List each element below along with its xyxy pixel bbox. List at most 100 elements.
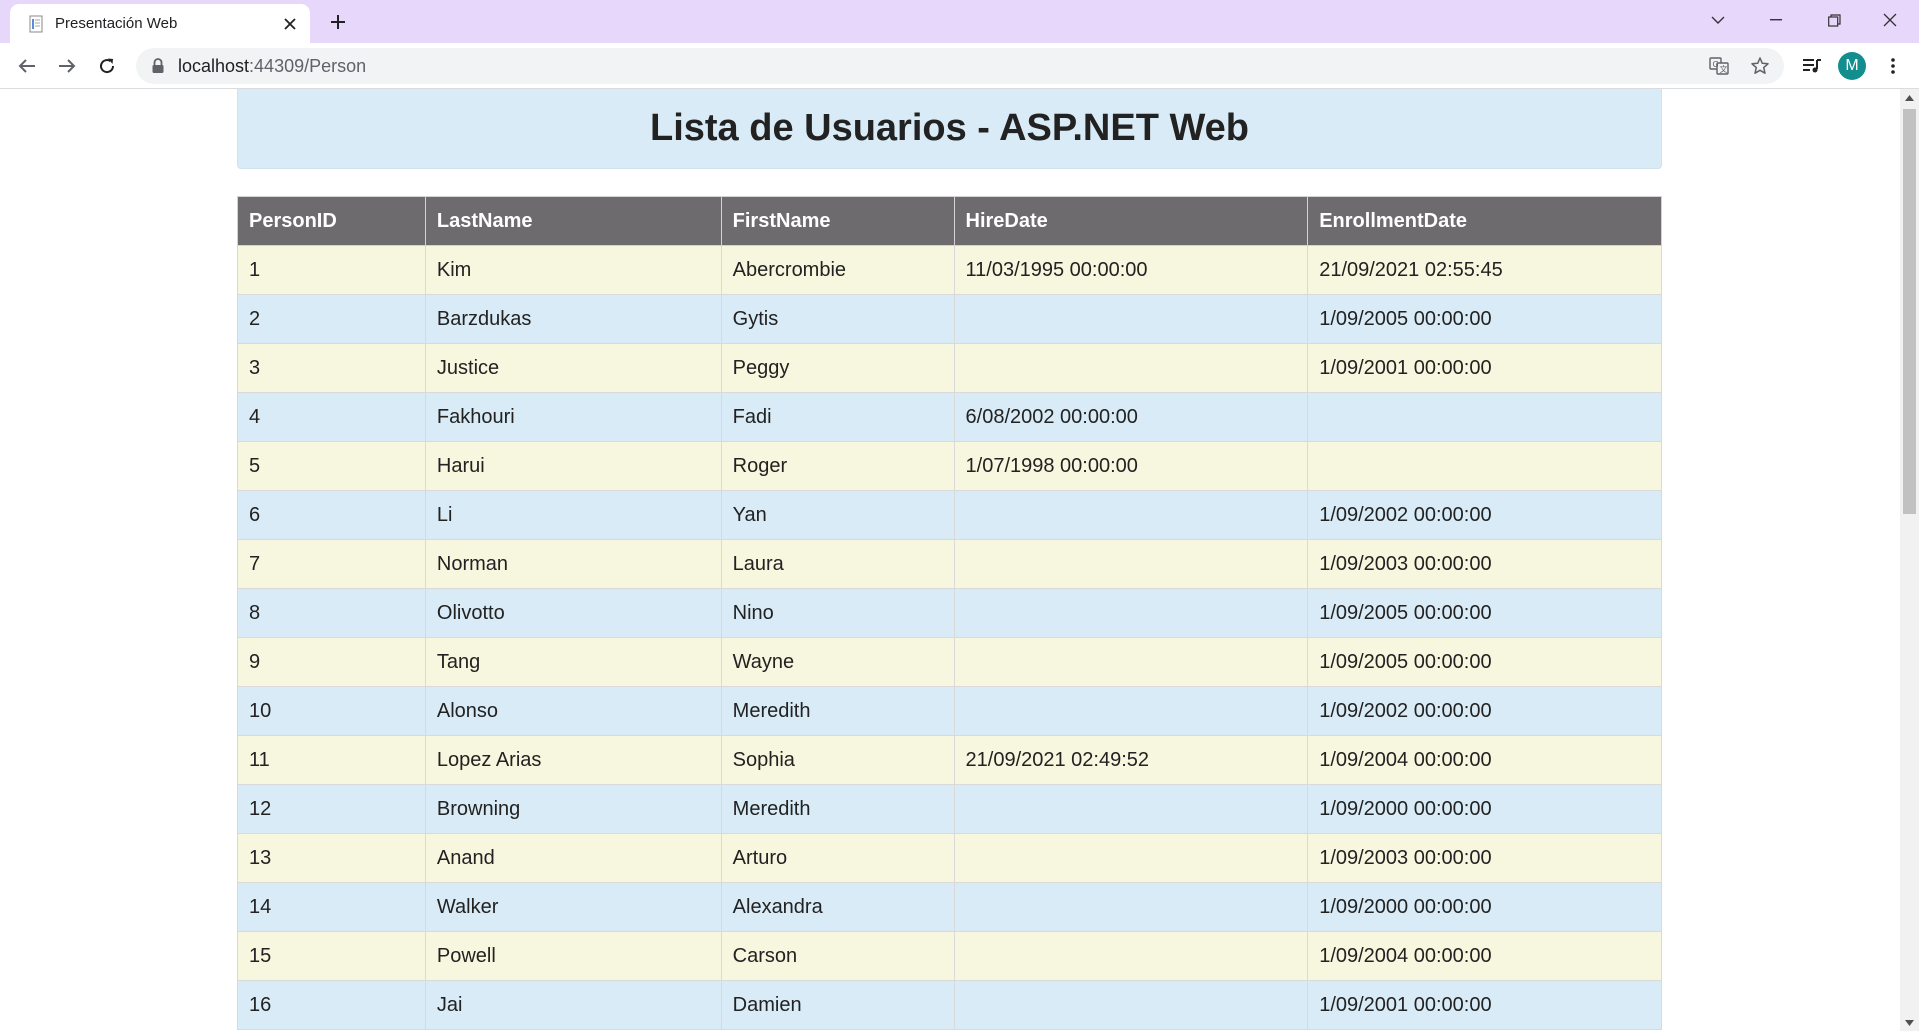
cell-lastname: Barzdukas bbox=[424, 294, 722, 344]
cell-enrollmentdate: 21/09/2021 02:55:45 bbox=[1307, 245, 1662, 295]
table-row: 15 Powell Carson 1/09/2004 00:00:00 bbox=[237, 931, 1662, 981]
scroll-up-arrow-icon[interactable] bbox=[1900, 89, 1919, 106]
cell-hiredate bbox=[953, 980, 1309, 1030]
cell-firstname: Sophia bbox=[720, 735, 955, 785]
cell-lastname: Walker bbox=[424, 882, 722, 932]
cell-firstname: Nino bbox=[720, 588, 955, 638]
cell-enrollmentdate: 1/09/2003 00:00:00 bbox=[1307, 539, 1662, 589]
tab-title: Presentación Web bbox=[55, 15, 178, 32]
cell-lastname: Kim bbox=[424, 245, 722, 295]
cell-enrollmentdate: 1/09/2004 00:00:00 bbox=[1307, 735, 1662, 785]
page-title: Lista de Usuarios - ASP.NET Web bbox=[649, 107, 1249, 149]
star-icon[interactable] bbox=[1748, 54, 1772, 78]
table-row: 10 Alonso Meredith 1/09/2002 00:00:00 bbox=[237, 686, 1662, 736]
plus-icon[interactable] bbox=[326, 10, 350, 34]
svg-text:G: G bbox=[1713, 60, 1719, 69]
url-text[interactable]: localhost:44309/Person bbox=[178, 56, 366, 77]
browser-tab[interactable]: Presentación Web bbox=[10, 4, 310, 43]
cell-enrollmentdate: 1/09/2002 00:00:00 bbox=[1307, 490, 1662, 540]
table-row: 12 Browning Meredith 1/09/2000 00:00:00 bbox=[237, 784, 1662, 834]
cell-firstname: Yan bbox=[720, 490, 955, 540]
cell-hiredate bbox=[953, 490, 1309, 540]
column-header-personid: PersonID bbox=[237, 196, 426, 246]
table-row: 8 Olivotto Nino 1/09/2005 00:00:00 bbox=[237, 588, 1662, 638]
cell-lastname: Norman bbox=[424, 539, 722, 589]
cell-firstname: Laura bbox=[720, 539, 955, 589]
cell-firstname: Meredith bbox=[720, 784, 955, 834]
page-viewport: Lista de Usuarios - ASP.NET Web PersonID… bbox=[0, 89, 1900, 1031]
avatar[interactable]: M bbox=[1838, 52, 1866, 80]
cell-enrollmentdate bbox=[1307, 441, 1662, 491]
cell-hiredate: 21/09/2021 02:49:52 bbox=[953, 735, 1309, 785]
table-row: 7 Norman Laura 1/09/2003 00:00:00 bbox=[237, 539, 1662, 589]
cell-lastname: Justice bbox=[424, 343, 722, 393]
cell-hiredate bbox=[953, 588, 1309, 638]
cell-hiredate: 6/08/2002 00:00:00 bbox=[953, 392, 1309, 442]
cell-enrollmentdate: 1/09/2003 00:00:00 bbox=[1307, 833, 1662, 883]
cell-personid: 15 bbox=[237, 931, 426, 981]
chevron-down-icon[interactable] bbox=[1690, 0, 1746, 40]
lock-icon[interactable] bbox=[151, 58, 165, 74]
restore-icon[interactable] bbox=[1806, 0, 1862, 40]
table-row: 9 Tang Wayne 1/09/2005 00:00:00 bbox=[237, 637, 1662, 687]
table-row: 3 Justice Peggy 1/09/2001 00:00:00 bbox=[237, 343, 1662, 393]
cell-enrollmentdate bbox=[1307, 392, 1662, 442]
cell-firstname: Peggy bbox=[720, 343, 955, 393]
cell-personid: 9 bbox=[237, 637, 426, 687]
cell-personid: 2 bbox=[237, 294, 426, 344]
cell-lastname: Powell bbox=[424, 931, 722, 981]
cell-personid: 10 bbox=[237, 686, 426, 736]
media-queue-icon[interactable] bbox=[1798, 52, 1826, 80]
cell-firstname: Arturo bbox=[720, 833, 955, 883]
cell-lastname: Anand bbox=[424, 833, 722, 883]
cell-lastname: Li bbox=[424, 490, 722, 540]
table-row: 1 Kim Abercrombie 11/03/1995 00:00:00 21/09/… bbox=[237, 245, 1662, 295]
cell-firstname: Damien bbox=[720, 980, 955, 1030]
table-row: 13 Anand Arturo 1/09/2003 00:00:00 bbox=[237, 833, 1662, 883]
column-header-enrollmentdate: EnrollmentDate bbox=[1307, 196, 1662, 246]
cell-enrollmentdate: 1/09/2005 00:00:00 bbox=[1307, 637, 1662, 687]
table-row: 16 Jai Damien 1/09/2001 00:00:00 bbox=[237, 980, 1662, 1030]
cell-personid: 16 bbox=[237, 980, 426, 1030]
cell-firstname: Gytis bbox=[720, 294, 955, 344]
tab-strip: Presentación Web bbox=[0, 0, 1919, 43]
address-bar[interactable]: localhost:44309/Person G文 bbox=[136, 48, 1784, 84]
cell-lastname: Jai bbox=[424, 980, 722, 1030]
browser-toolbar: localhost:44309/Person G文 M bbox=[0, 43, 1919, 89]
table-row: 6 Li Yan 1/09/2002 00:00:00 bbox=[237, 490, 1662, 540]
translate-icon[interactable]: G文 bbox=[1707, 54, 1731, 78]
menu-dots-icon[interactable] bbox=[1879, 52, 1907, 80]
cell-personid: 1 bbox=[237, 245, 426, 295]
cell-personid: 5 bbox=[237, 441, 426, 491]
cell-lastname: Lopez Arias bbox=[424, 735, 722, 785]
column-header-firstname: FirstName bbox=[720, 196, 955, 246]
cell-firstname: Carson bbox=[720, 931, 955, 981]
cell-firstname: Roger bbox=[720, 441, 955, 491]
cell-lastname: Olivotto bbox=[424, 588, 722, 638]
column-header-hiredate: HireDate bbox=[953, 196, 1309, 246]
close-window-icon[interactable] bbox=[1862, 0, 1918, 40]
column-header-lastname: LastName bbox=[424, 196, 722, 246]
cell-enrollmentdate: 1/09/2005 00:00:00 bbox=[1307, 294, 1662, 344]
back-arrow-icon[interactable] bbox=[11, 50, 43, 82]
forward-arrow-icon[interactable] bbox=[51, 50, 83, 82]
cell-personid: 3 bbox=[237, 343, 426, 393]
cell-hiredate bbox=[953, 784, 1309, 834]
cell-personid: 8 bbox=[237, 588, 426, 638]
close-icon[interactable] bbox=[280, 14, 300, 34]
cell-firstname: Meredith bbox=[720, 686, 955, 736]
page-scrollbar[interactable] bbox=[1900, 89, 1919, 1031]
cell-personid: 11 bbox=[237, 735, 426, 785]
cell-firstname: Wayne bbox=[720, 637, 955, 687]
users-table: PersonID LastName FirstName HireDate Enr… bbox=[237, 196, 1662, 1030]
cell-lastname: Alonso bbox=[424, 686, 722, 736]
minimize-icon[interactable] bbox=[1748, 0, 1804, 40]
table-row: 2 Barzdukas Gytis 1/09/2005 00:00:00 bbox=[237, 294, 1662, 344]
cell-personid: 12 bbox=[237, 784, 426, 834]
reload-icon[interactable] bbox=[91, 50, 123, 82]
scrollbar-thumb[interactable] bbox=[1903, 109, 1916, 514]
scroll-down-arrow-icon[interactable] bbox=[1900, 1014, 1919, 1031]
cell-firstname: Alexandra bbox=[720, 882, 955, 932]
table-row: 14 Walker Alexandra 1/09/2000 00:00:00 bbox=[237, 882, 1662, 932]
cell-hiredate bbox=[953, 294, 1309, 344]
